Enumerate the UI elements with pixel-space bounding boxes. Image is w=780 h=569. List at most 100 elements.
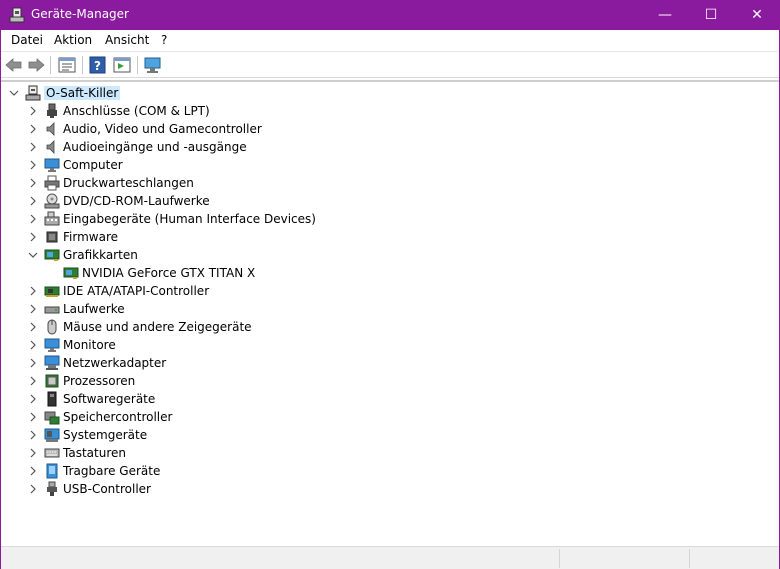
tree-category[interactable]: Tastaturen bbox=[1, 444, 771, 462]
printer-icon bbox=[44, 175, 60, 191]
tree-category[interactable]: DVD/CD-ROM-Laufwerke bbox=[1, 192, 771, 210]
tree-category[interactable]: Eingabegeräte (Human Interface Devices) bbox=[1, 210, 771, 228]
help-icon[interactable]: ? bbox=[88, 55, 108, 75]
tree-category[interactable]: IDE ATA/ATAPI-Controller bbox=[1, 282, 771, 300]
tree-category[interactable]: Audio, Video und Gamecontroller bbox=[1, 120, 771, 138]
forward-arrow-icon[interactable] bbox=[26, 55, 46, 75]
tree-category[interactable]: Computer bbox=[1, 156, 771, 174]
expand-chevron-icon[interactable] bbox=[28, 412, 38, 422]
network-adapter-icon bbox=[44, 355, 60, 370]
disc-drive-icon bbox=[44, 193, 60, 209]
category-label: Tastaturen bbox=[63, 446, 126, 460]
expand-chevron-icon[interactable] bbox=[28, 196, 38, 206]
monitor-icon bbox=[44, 338, 60, 352]
device-label: NVIDIA GeForce GTX TITAN X bbox=[82, 266, 256, 280]
category-label: Tragbare Geräte bbox=[63, 464, 161, 478]
display-adapter-icon bbox=[44, 249, 60, 261]
expand-chevron-icon[interactable] bbox=[28, 304, 38, 314]
expand-chevron-icon[interactable] bbox=[28, 232, 38, 242]
status-divider bbox=[559, 549, 560, 568]
maximize-button[interactable]: ☐ bbox=[688, 0, 734, 30]
category-label: Netzwerkadapter bbox=[63, 356, 167, 370]
category-label: Laufwerke bbox=[63, 302, 125, 316]
tree-device[interactable]: NVIDIA GeForce GTX TITAN X bbox=[1, 264, 771, 282]
tree-category[interactable]: Mäuse und andere Zeigegeräte bbox=[1, 318, 771, 336]
tree-category[interactable]: USB-Controller bbox=[1, 480, 771, 498]
toolbar-separator bbox=[137, 56, 138, 74]
toolbar-separator bbox=[50, 56, 51, 74]
expand-chevron-icon[interactable] bbox=[28, 124, 38, 134]
menu-help[interactable]: ? bbox=[161, 33, 167, 47]
status-divider bbox=[689, 549, 690, 568]
minimize-button[interactable]: — bbox=[642, 0, 688, 30]
controller-card-icon bbox=[44, 286, 60, 297]
portable-device-icon bbox=[46, 463, 58, 479]
status-bar bbox=[1, 546, 779, 569]
category-label: IDE ATA/ATAPI-Controller bbox=[63, 284, 210, 298]
update-driver-icon[interactable] bbox=[112, 55, 132, 75]
tree-category[interactable]: Softwaregeräte bbox=[1, 390, 771, 408]
tree-category[interactable]: Grafikkarten bbox=[1, 246, 771, 264]
keyboard-icon bbox=[44, 448, 60, 458]
collapse-chevron-icon[interactable] bbox=[28, 250, 38, 260]
expand-chevron-icon[interactable] bbox=[28, 466, 38, 476]
monitor-icon bbox=[44, 158, 60, 172]
category-label: Softwaregeräte bbox=[63, 392, 156, 406]
expand-chevron-icon[interactable] bbox=[28, 394, 38, 404]
collapse-chevron-icon[interactable] bbox=[9, 88, 19, 98]
menu-aktion[interactable]: Aktion bbox=[54, 33, 92, 47]
back-arrow-icon[interactable] bbox=[4, 55, 24, 75]
tree-category[interactable]: Audioeingänge und -ausgänge bbox=[1, 138, 771, 156]
expand-chevron-icon[interactable] bbox=[28, 376, 38, 386]
expand-chevron-icon[interactable] bbox=[28, 340, 38, 350]
toolbar: ? bbox=[1, 53, 779, 78]
expand-chevron-icon[interactable] bbox=[28, 430, 38, 440]
category-label: Systemgeräte bbox=[63, 428, 148, 442]
expand-chevron-icon[interactable] bbox=[28, 142, 38, 152]
expand-chevron-icon[interactable] bbox=[28, 358, 38, 368]
category-label: Firmware bbox=[63, 230, 118, 244]
device-manager-window: Geräte-Manager — ☐ ✕ Datei Aktion Ansich… bbox=[0, 0, 780, 569]
expand-chevron-icon[interactable] bbox=[28, 448, 38, 458]
expand-chevron-icon[interactable] bbox=[28, 484, 38, 494]
tree-category[interactable]: Speichercontroller bbox=[1, 408, 771, 426]
tree-category[interactable]: Netzwerkadapter bbox=[1, 354, 771, 372]
category-label: Computer bbox=[63, 158, 123, 172]
expand-chevron-icon[interactable] bbox=[28, 286, 38, 296]
category-label: Audioeingänge und -ausgänge bbox=[63, 140, 247, 154]
scan-hardware-icon[interactable] bbox=[143, 55, 163, 75]
window-title: Geräte-Manager bbox=[31, 7, 129, 21]
software-device-icon bbox=[47, 391, 57, 407]
expand-chevron-icon[interactable] bbox=[28, 106, 38, 116]
category-label: Eingabegeräte (Human Interface Devices) bbox=[63, 212, 316, 226]
tree-category[interactable]: Anschlüsse (COM & LPT) bbox=[1, 102, 771, 120]
expand-chevron-icon[interactable] bbox=[28, 160, 38, 170]
chip-icon bbox=[46, 231, 58, 243]
device-tree[interactable]: O-Saft-Killer Anschlüsse (COM & LPT) Audio… bbox=[1, 80, 779, 546]
display-adapter-icon bbox=[63, 267, 79, 279]
category-label: Anschlüsse (COM & LPT) bbox=[63, 104, 210, 118]
port-icon bbox=[47, 103, 57, 118]
expand-chevron-icon[interactable] bbox=[28, 214, 38, 224]
processor-icon bbox=[45, 374, 59, 388]
expand-chevron-icon[interactable] bbox=[28, 322, 38, 332]
category-label: Prozessoren bbox=[63, 374, 136, 388]
tree-category[interactable]: Prozessoren bbox=[1, 372, 771, 390]
tree-category[interactable]: Tragbare Geräte bbox=[1, 462, 771, 480]
menu-ansicht[interactable]: Ansicht bbox=[105, 33, 149, 47]
tree-category[interactable]: Druckwarteschlangen bbox=[1, 174, 771, 192]
category-label: Grafikkarten bbox=[63, 248, 138, 262]
close-button[interactable]: ✕ bbox=[734, 0, 780, 30]
menu-datei[interactable]: Datei bbox=[11, 33, 43, 47]
expand-chevron-icon[interactable] bbox=[28, 178, 38, 188]
category-label: Speichercontroller bbox=[63, 410, 173, 424]
title-bar[interactable]: Geräte-Manager — ☐ ✕ bbox=[0, 0, 780, 30]
category-label: Audio, Video und Gamecontroller bbox=[63, 122, 262, 136]
tree-root-computer[interactable]: O-Saft-Killer bbox=[1, 84, 771, 102]
tree-category[interactable]: Firmware bbox=[1, 228, 771, 246]
tree-category[interactable]: Laufwerke bbox=[1, 300, 771, 318]
disk-drive-icon bbox=[44, 306, 60, 314]
tree-category[interactable]: Monitore bbox=[1, 336, 771, 354]
tree-category[interactable]: Systemgeräte bbox=[1, 426, 771, 444]
properties-list-icon[interactable] bbox=[57, 55, 77, 75]
